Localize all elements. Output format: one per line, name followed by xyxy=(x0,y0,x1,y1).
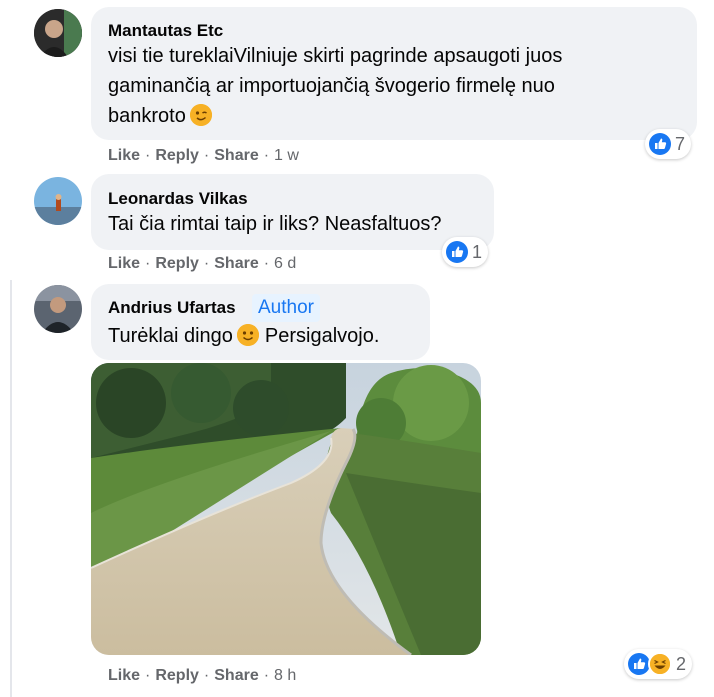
comment-author[interactable]: Leonardas Vilkas xyxy=(108,189,248,209)
reaction-summary[interactable]: 1 xyxy=(442,237,489,267)
separator-dot: · xyxy=(203,255,210,272)
separator-dot: · xyxy=(263,255,270,272)
gravel-path-photo xyxy=(91,363,481,655)
reply-button[interactable]: Reply xyxy=(155,255,199,273)
separator-dot: · xyxy=(145,255,151,272)
share-button[interactable]: Share xyxy=(214,667,258,685)
comment-text-line-3: bankroto xyxy=(108,101,212,131)
comment-text-line-2: gaminančią ar importuojančią švogerio fi… xyxy=(108,75,555,97)
comment-text-before-emoji: Turėklai dingo xyxy=(108,325,233,347)
separator-dot: · xyxy=(145,147,151,164)
smiling-face-icon xyxy=(236,324,259,346)
separator-dot: · xyxy=(145,667,151,684)
author-badge: Author xyxy=(252,294,320,322)
like-button[interactable]: Like xyxy=(108,255,140,273)
comment-actions: Like · Reply · Share · 6 d xyxy=(108,255,296,273)
comment-actions: Like · Reply · Share · 8 h xyxy=(108,667,296,685)
comment-text-line-1: visi tie tureklaiVilniuje skirti pagrind… xyxy=(108,45,563,67)
comment-text-after-emoji: Persigalvojo. xyxy=(264,325,380,347)
avatar[interactable] xyxy=(34,285,82,333)
avatar-photo xyxy=(34,177,82,225)
separator-dot: · xyxy=(263,667,270,684)
reply-button[interactable]: Reply xyxy=(155,147,199,165)
avatar-photo xyxy=(34,285,82,333)
comment-author[interactable]: Andrius Ufartas xyxy=(108,298,236,318)
comment-photo[interactable] xyxy=(91,363,481,655)
like-reaction-icon xyxy=(446,241,468,263)
reply-thread-line xyxy=(10,280,12,697)
reaction-count: 1 xyxy=(472,241,483,262)
reply-button[interactable]: Reply xyxy=(155,667,199,685)
avatar[interactable] xyxy=(34,177,82,225)
reaction-count: 7 xyxy=(675,133,686,154)
comment-text: Turėklai dingo Persigalvojo. xyxy=(108,321,379,351)
share-button[interactable]: Share xyxy=(214,255,258,273)
comment-text-line-3-text: bankroto xyxy=(108,105,186,127)
winking-face-icon xyxy=(189,104,212,126)
like-reaction-icon xyxy=(628,653,650,675)
comment-text: Tai čia rimtai taip ir liks? Neasfaltuos… xyxy=(108,213,442,235)
separator-dot: · xyxy=(203,147,210,164)
reaction-summary[interactable]: 7 xyxy=(645,129,692,159)
like-reaction-icon xyxy=(649,133,671,155)
like-button[interactable]: Like xyxy=(108,147,140,165)
comment-timestamp[interactable]: 1 w xyxy=(274,147,299,165)
comment-timestamp[interactable]: 6 d xyxy=(274,255,296,273)
share-button[interactable]: Share xyxy=(214,147,258,165)
comment-timestamp[interactable]: 8 h xyxy=(274,667,296,685)
reaction-count: 2 xyxy=(676,653,687,674)
comment-author[interactable]: Mantautas Etc xyxy=(108,21,223,41)
avatar-photo xyxy=(34,9,82,57)
avatar[interactable] xyxy=(34,9,82,57)
separator-dot: · xyxy=(203,667,210,684)
comment-actions: Like · Reply · Share · 1 w xyxy=(108,147,299,165)
reaction-summary[interactable]: 2 xyxy=(624,649,693,679)
separator-dot: · xyxy=(263,147,270,164)
like-button[interactable]: Like xyxy=(108,667,140,685)
haha-reaction-icon xyxy=(648,652,672,676)
